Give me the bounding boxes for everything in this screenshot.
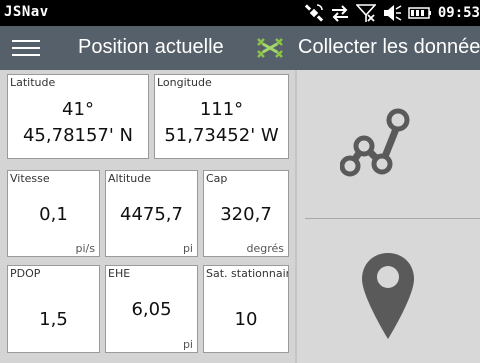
sync-arrows-icon — [330, 3, 350, 23]
speed-value: 0,1 — [39, 204, 68, 225]
heading-value: 320,7 — [220, 204, 272, 225]
longitude-minutes: 51,73452' W — [164, 125, 279, 146]
pdop-label: PDOP — [10, 267, 41, 280]
map-pin-icon — [360, 251, 416, 345]
ehe-unit: pi — [182, 338, 193, 351]
longitude-degrees: 111° — [199, 99, 244, 120]
speed-tile[interactable]: Vitesse 0,1 pi/s — [7, 170, 100, 257]
clock-time: 09:53 — [437, 5, 480, 21]
satellites-value: 10 — [234, 309, 258, 330]
ehe-tile[interactable]: EHE 6,05 pi — [105, 265, 198, 353]
pdop-tile[interactable]: PDOP 1,5 — [7, 265, 100, 353]
satellites-tile[interactable]: Sat. stationnaires 10 — [203, 265, 289, 353]
longitude-label: Longitude — [157, 76, 212, 89]
speed-unit: pi/s — [75, 242, 95, 255]
status-bar: JSNav 09:53 — [0, 0, 480, 26]
latitude-tile[interactable]: Latitude 41° 45,78157' N — [7, 74, 149, 159]
collect-data-icon[interactable] — [255, 35, 285, 61]
heading-unit: degrés — [246, 242, 284, 255]
status-icons: 09:53 — [304, 2, 480, 24]
pdop-value: 1,5 — [39, 309, 68, 330]
no-signal-icon — [355, 3, 376, 23]
route-button[interactable] — [297, 70, 480, 218]
speed-label: Vitesse — [10, 172, 50, 185]
latitude-label: Latitude — [10, 76, 56, 89]
satellite-icon — [304, 3, 324, 23]
app-name: JSNav — [4, 4, 49, 20]
altitude-value: 4475,7 — [120, 204, 183, 225]
longitude-tile[interactable]: Longitude 111° 51,73452' W — [154, 74, 289, 159]
route-icon — [339, 106, 410, 185]
altitude-unit: pi — [182, 242, 193, 255]
point-button[interactable] — [297, 219, 480, 363]
title-bar: Position actuelle Collecter les données — [0, 26, 480, 70]
heading-tile[interactable]: Cap 320,7 degrés — [203, 170, 289, 257]
hamburger-icon[interactable] — [12, 38, 40, 58]
volume-icon — [382, 3, 402, 23]
ehe-label: EHE — [108, 267, 131, 280]
latitude-degrees: 41° — [62, 99, 94, 120]
satellites-label: Sat. stationnaires — [206, 267, 288, 280]
heading-label: Cap — [206, 172, 228, 185]
battery-icon — [408, 3, 432, 23]
collect-title[interactable]: Collecter les données — [298, 36, 480, 59]
altitude-tile[interactable]: Altitude 4475,7 pi — [105, 170, 198, 257]
altitude-label: Altitude — [108, 172, 151, 185]
ehe-value: 6,05 — [131, 299, 172, 320]
page-title: Position actuelle — [78, 36, 224, 58]
latitude-minutes: 45,78157' N — [22, 125, 134, 146]
